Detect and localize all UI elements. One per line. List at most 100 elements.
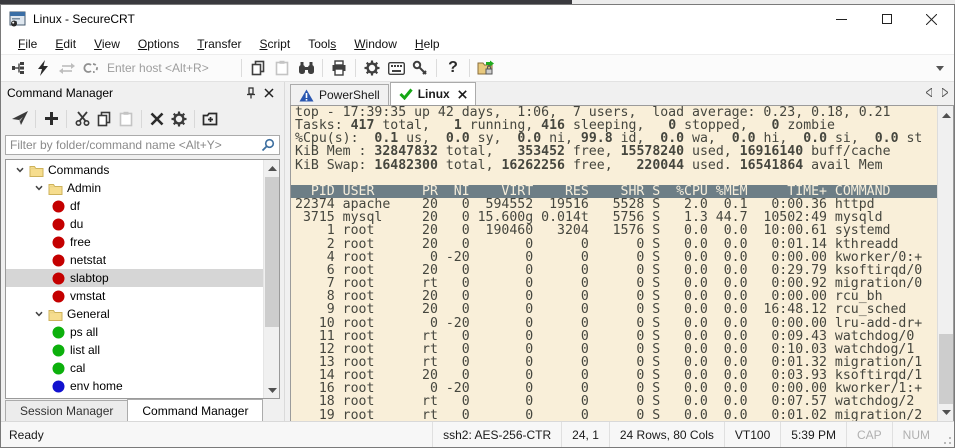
copy-icon[interactable] xyxy=(246,57,270,79)
tab-scroll-left-icon[interactable] xyxy=(926,86,932,100)
terminal-scroll-thumb[interactable] xyxy=(939,334,953,404)
tree-item-label: ps all xyxy=(67,325,98,339)
delete-command-icon[interactable] xyxy=(146,108,168,130)
connected-check-icon xyxy=(399,88,413,100)
menu-options[interactable]: Options xyxy=(129,35,188,53)
tree-item-General[interactable]: General xyxy=(6,305,263,323)
toolbar-overflow-arrow[interactable] xyxy=(932,66,948,71)
command-bullet-icon xyxy=(50,218,67,231)
chevron-down-icon[interactable] xyxy=(31,309,47,319)
tree-item-label: Commands xyxy=(45,163,109,177)
process-row: 11 root rt 0 0 0 0 S 0.0 0.0 0:09.43 wat… xyxy=(291,330,937,343)
chevron-down-icon[interactable] xyxy=(12,165,28,175)
tree-item-du[interactable]: du xyxy=(6,215,263,233)
options-gear-icon[interactable] xyxy=(360,57,384,79)
tree-item-label: list all xyxy=(67,343,100,357)
send-command-icon[interactable] xyxy=(9,108,31,130)
cut-icon[interactable] xyxy=(71,108,93,130)
tree-item-slabtop[interactable]: slabtop xyxy=(6,269,263,287)
status-ready: Ready xyxy=(1,422,432,447)
scroll-up-icon[interactable] xyxy=(938,107,954,123)
terminal-scrollbar[interactable] xyxy=(937,106,953,421)
process-row: 1 root 20 0 190460 3204 1576 S 0.0 0.0 1… xyxy=(291,224,937,237)
tab-scroll-right-icon[interactable] xyxy=(942,86,948,100)
session-tab-powershell[interactable]: PowerShell xyxy=(290,84,389,105)
reconnect-icon[interactable] xyxy=(55,57,79,79)
main-area: Command Manager xyxy=(1,82,954,421)
minimize-button[interactable] xyxy=(819,5,864,33)
close-button[interactable] xyxy=(909,5,954,33)
terminal-content[interactable]: top - 17:39:35 up 42 days, 1:06, 7 users… xyxy=(291,106,937,421)
tree-item-Admin[interactable]: Admin xyxy=(6,179,263,197)
tree-item-label: slabtop xyxy=(67,271,109,285)
scroll-up-icon[interactable] xyxy=(264,160,280,176)
session-manager-icon[interactable] xyxy=(7,57,31,79)
tab-close-icon[interactable] xyxy=(458,90,467,99)
menu-file[interactable]: File xyxy=(9,35,46,53)
command-manager-panel: Command Manager xyxy=(1,82,285,421)
command-bullet-icon xyxy=(50,236,67,249)
panel-header: Command Manager xyxy=(1,82,284,104)
scroll-down-icon[interactable] xyxy=(264,382,280,398)
terminal[interactable]: top - 17:39:35 up 42 days, 1:06, 7 users… xyxy=(290,105,954,421)
tree-item-Commands[interactable]: Commands xyxy=(6,161,263,179)
screen: Linux - SecureCRT FileEditViewOptionsTra… xyxy=(0,0,955,448)
key-icon[interactable] xyxy=(408,57,432,79)
tree-item-vmstat[interactable]: vmstat xyxy=(6,287,263,305)
tree-item-env-home[interactable]: env home xyxy=(6,377,263,395)
filter-box xyxy=(5,135,280,155)
tree-scrollbar[interactable] xyxy=(263,160,279,398)
new-folder-icon[interactable] xyxy=(199,108,221,130)
add-command-icon[interactable] xyxy=(40,108,62,130)
find-icon[interactable] xyxy=(294,57,318,79)
tree-scroll-thumb[interactable] xyxy=(265,177,279,327)
session-tab-label: PowerShell xyxy=(319,88,380,102)
toolbar-separator xyxy=(469,59,470,77)
command-bullet-icon xyxy=(50,362,67,375)
filter-input[interactable] xyxy=(10,138,261,152)
search-icon[interactable] xyxy=(261,138,275,152)
paste-icon[interactable] xyxy=(270,57,294,79)
toolbar-separator xyxy=(436,59,437,77)
keymap-icon[interactable] xyxy=(384,57,408,79)
toolbar-separator xyxy=(355,59,356,77)
tree-item-label: vmstat xyxy=(67,289,105,303)
copy-command-icon[interactable] xyxy=(93,108,115,130)
tree-item-df[interactable]: df xyxy=(6,197,263,215)
menu-window[interactable]: Window xyxy=(345,35,406,53)
tree-item-netstat[interactable]: netstat xyxy=(6,251,263,269)
menu-view[interactable]: View xyxy=(85,35,129,53)
sidebar-tabs: Session ManagerCommand Manager xyxy=(1,399,284,421)
pin-icon[interactable] xyxy=(242,84,260,102)
tree-item-list-all[interactable]: list all xyxy=(6,341,263,359)
resize-grip[interactable] xyxy=(940,422,954,447)
quick-connect-icon[interactable] xyxy=(31,57,55,79)
maximize-button[interactable] xyxy=(864,5,909,33)
paste-command-icon[interactable] xyxy=(115,108,137,130)
tree-item-cal[interactable]: cal xyxy=(6,359,263,377)
command-options-gear-icon[interactable] xyxy=(168,108,190,130)
toolbar-separator xyxy=(322,59,323,77)
tree-item-ps-all[interactable]: ps all xyxy=(6,323,263,341)
panel-toolbar xyxy=(1,104,284,133)
help-icon[interactable]: ? xyxy=(441,57,465,79)
print-icon[interactable] xyxy=(327,57,351,79)
tree-item-label: cal xyxy=(67,361,85,375)
status-cell-cap: CAP xyxy=(846,422,892,447)
menu-transfer[interactable]: Transfer xyxy=(188,35,250,53)
disconnect-icon[interactable] xyxy=(79,57,103,79)
menu-script[interactable]: Script xyxy=(251,35,300,53)
scroll-down-icon[interactable] xyxy=(938,404,954,420)
panel-toolbar-separator xyxy=(141,110,142,128)
tab-session-manager[interactable]: Session Manager xyxy=(5,400,128,421)
chevron-down-icon[interactable] xyxy=(31,183,47,193)
session-options-icon[interactable] xyxy=(474,57,498,79)
host-input[interactable] xyxy=(107,61,237,75)
menu-tools[interactable]: Tools xyxy=(299,35,345,53)
menu-edit[interactable]: Edit xyxy=(46,35,85,53)
panel-close-icon[interactable] xyxy=(260,84,278,102)
menu-help[interactable]: Help xyxy=(406,35,449,53)
tab-command-manager[interactable]: Command Manager xyxy=(127,399,263,421)
tree-item-free[interactable]: free xyxy=(6,233,263,251)
session-tab-linux[interactable]: Linux xyxy=(390,82,476,105)
